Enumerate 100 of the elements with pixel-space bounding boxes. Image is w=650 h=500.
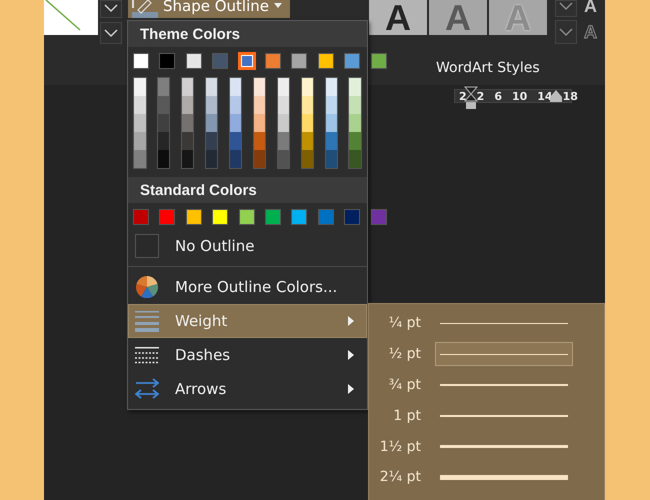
- color-swatch[interactable]: [238, 209, 255, 225]
- section-header: Theme Colors: [128, 21, 367, 47]
- color-shade-swatch[interactable]: [349, 96, 361, 114]
- chevron-up-icon[interactable]: [555, 0, 578, 17]
- menu-item[interactable]: Arrows: [128, 372, 367, 406]
- color-swatch[interactable]: [370, 209, 387, 225]
- menu-item[interactable]: Dashes: [128, 338, 367, 372]
- color-swatch[interactable]: [212, 53, 228, 69]
- color-shade-swatch[interactable]: [349, 132, 361, 150]
- color-shade-swatch[interactable]: [278, 150, 290, 168]
- color-shade-swatch[interactable]: [182, 114, 194, 132]
- menu-item[interactable]: No Outline: [128, 229, 367, 263]
- color-shade-swatch[interactable]: [326, 114, 338, 132]
- color-shade-swatch[interactable]: [158, 78, 170, 96]
- color-shade-swatch[interactable]: [230, 78, 242, 96]
- color-swatch[interactable]: [344, 209, 360, 225]
- color-shade-swatch[interactable]: [278, 132, 290, 150]
- color-swatch[interactable]: [291, 209, 308, 225]
- color-swatch[interactable]: [133, 209, 149, 225]
- weight-label[interactable]: 2¼ pt: [369, 469, 421, 486]
- color-shade-swatch[interactable]: [206, 150, 218, 168]
- color-shade-swatch[interactable]: [302, 150, 314, 168]
- chevron-down-icon[interactable]: [100, 22, 122, 44]
- color-swatch[interactable]: [264, 209, 281, 225]
- color-shade-swatch[interactable]: [349, 114, 361, 132]
- color-shade-swatch[interactable]: [302, 132, 314, 150]
- color-shade-swatch[interactable]: [326, 78, 338, 96]
- double-arrows-icon: [135, 378, 159, 400]
- color-shade-swatch[interactable]: [158, 114, 170, 132]
- color-swatch[interactable]: [212, 209, 228, 225]
- weight-label[interactable]: ¼ pt: [369, 315, 421, 332]
- color-swatch[interactable]: [291, 53, 308, 69]
- color-shade-swatch[interactable]: [158, 150, 170, 168]
- color-shade-swatch[interactable]: [254, 96, 266, 114]
- color-shade-swatch[interactable]: [254, 114, 266, 132]
- color-shade-swatch[interactable]: [134, 114, 146, 132]
- chevron-down-icon[interactable]: [100, 0, 122, 18]
- color-shade-swatch[interactable]: [254, 132, 266, 150]
- color-shade-swatch[interactable]: [158, 132, 170, 150]
- color-shade-swatch[interactable]: [206, 114, 218, 132]
- color-shade-swatch[interactable]: [182, 150, 194, 168]
- color-shade-swatch[interactable]: [134, 150, 146, 168]
- color-swatch[interactable]: [318, 53, 334, 69]
- caret-icon: [274, 2, 282, 8]
- menu-item[interactable]: Weight: [128, 304, 367, 338]
- color-wheel-icon: [136, 276, 158, 298]
- color-swatch[interactable]: [344, 53, 360, 69]
- color-shade-swatch[interactable]: [278, 114, 290, 132]
- color-shade-swatch[interactable]: [182, 96, 194, 114]
- color-shade-swatch[interactable]: [182, 132, 194, 150]
- weight-label[interactable]: 1½ pt: [369, 438, 421, 455]
- wordart-style-tile[interactable]: A: [369, 0, 428, 35]
- color-shade-swatch[interactable]: [134, 96, 146, 114]
- color-shade-swatch[interactable]: [230, 96, 242, 114]
- color-shade-swatch[interactable]: [326, 150, 338, 168]
- menu-item[interactable]: More Outline Colors...: [128, 270, 367, 304]
- color-shade-swatch[interactable]: [302, 114, 314, 132]
- color-swatch[interactable]: [370, 53, 387, 69]
- color-shade-swatch[interactable]: [206, 78, 218, 96]
- pen-icon: [132, 0, 158, 18]
- color-swatch[interactable]: [159, 53, 176, 69]
- color-swatch[interactable]: [186, 209, 202, 225]
- weight-label[interactable]: ¾ pt: [369, 376, 421, 393]
- color-shade-swatch[interactable]: [158, 96, 170, 114]
- color-shade-swatch[interactable]: [326, 96, 338, 114]
- color-shade-swatch[interactable]: [349, 78, 361, 96]
- color-swatch[interactable]: [238, 52, 256, 70]
- wordart-style-tile[interactable]: A: [429, 0, 488, 35]
- color-swatch[interactable]: [264, 53, 281, 69]
- color-shade-swatch[interactable]: [206, 132, 218, 150]
- line-weight-option[interactable]: [435, 342, 573, 366]
- color-shade-swatch[interactable]: [182, 78, 194, 96]
- weight-label[interactable]: ½ pt: [369, 346, 421, 362]
- color-shade-swatch[interactable]: [254, 78, 266, 96]
- color-shade-swatch[interactable]: [302, 78, 314, 96]
- color-swatch[interactable]: [186, 53, 202, 69]
- chevron-down-icon[interactable]: [555, 20, 578, 44]
- right-indent-marker-icon[interactable]: [550, 90, 562, 102]
- text-outline-button[interactable]: A: [584, 22, 598, 42]
- color-shade-swatch[interactable]: [134, 132, 146, 150]
- color-shade-swatch[interactable]: [326, 132, 338, 150]
- indent-marker-icon[interactable]: [464, 86, 478, 110]
- color-swatch[interactable]: [133, 53, 149, 69]
- color-shade-swatch[interactable]: [302, 96, 314, 114]
- weight-label[interactable]: 1 pt: [369, 408, 421, 424]
- color-shade-swatch[interactable]: [206, 96, 218, 114]
- dashed-lines-icon: [135, 346, 159, 364]
- color-swatch[interactable]: [318, 209, 334, 225]
- color-shade-swatch[interactable]: [278, 78, 290, 96]
- color-shade-swatch[interactable]: [230, 150, 242, 168]
- line-weight-icon: [135, 310, 159, 332]
- color-swatch[interactable]: [159, 209, 176, 225]
- color-shade-swatch[interactable]: [230, 114, 242, 132]
- ruler-number: 10: [512, 90, 528, 102]
- color-shade-swatch[interactable]: [278, 96, 290, 114]
- ruler-number: 2: [459, 90, 467, 102]
- color-shade-swatch[interactable]: [230, 132, 242, 150]
- color-shade-swatch[interactable]: [134, 78, 146, 96]
- color-shade-swatch[interactable]: [254, 150, 266, 168]
- color-shade-swatch[interactable]: [349, 150, 361, 168]
